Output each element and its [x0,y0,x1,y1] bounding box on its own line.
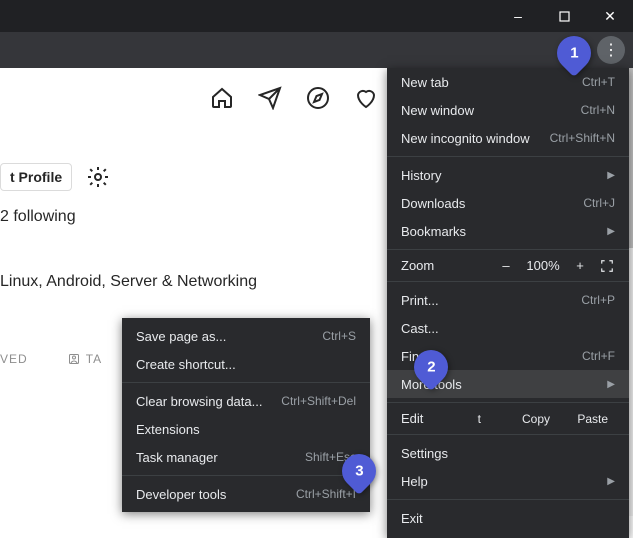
sub-menu-item-extensions[interactable]: Extensions [122,415,370,443]
main-menu-item-cast[interactable]: Cast... [387,314,629,342]
shortcut: Ctrl+P [581,293,615,307]
shortcut: Ctrl+S [322,329,356,343]
main-menu-item-new-tab[interactable]: New tab Ctrl+T [387,68,629,96]
zoom-value: 100% [521,258,565,273]
menu-item-label: Print... [401,293,439,308]
sub-menu-item-clear-browsing-data[interactable]: Clear browsing data... Ctrl+Shift+Del [122,387,370,415]
menu-separator [387,434,629,435]
shortcut: Ctrl+Shift+N [550,131,615,145]
menu-item-label: Create shortcut... [136,357,236,372]
menu-separator [387,499,629,500]
main-menu-item-downloads[interactable]: Downloads Ctrl+J [387,189,629,217]
menu-separator [387,281,629,282]
menu-button[interactable]: ⋮ [597,36,625,64]
home-icon[interactable] [210,86,234,110]
shortcut: Ctrl+F [582,349,615,363]
menu-item-label: History [401,168,441,183]
edit-row: Edit t Copy Paste [387,407,629,430]
zoom-out-button[interactable]: – [491,258,521,273]
menu-separator [122,475,370,476]
main-menu-item-help[interactable]: Help ▶ [387,467,629,495]
menu-item-label: New tab [401,75,449,90]
send-icon[interactable] [258,86,282,110]
more-tools-submenu: Save page as... Ctrl+S Create shortcut... C… [122,318,370,512]
zoom-in-button[interactable]: + [565,258,595,273]
following-count[interactable]: 2 following [0,208,76,226]
shortcut: Ctrl+Shift+Del [281,394,356,408]
copy-button[interactable]: Copy [508,412,565,426]
submenu-arrow-icon: ▶ [607,170,615,181]
sub-menu-item-save-page-as[interactable]: Save page as... Ctrl+S [122,322,370,350]
compass-icon[interactable] [306,86,330,110]
zoom-label: Zoom [401,258,491,273]
menu-item-label: Downloads [401,196,465,211]
menu-item-label: Developer tools [136,487,226,502]
maximize-button[interactable] [541,0,587,32]
main-menu-item-exit[interactable]: Exit [387,504,629,532]
sub-menu-item-task-manager[interactable]: Task managerShift+Esc [122,443,370,471]
menu-separator [387,402,629,403]
main-menu-item-new-incognito-window[interactable]: New incognito window Ctrl+Shift+N [387,124,629,152]
chrome-main-menu: New tab Ctrl+T New window Ctrl+N New incogni… [387,68,629,538]
minimize-button[interactable]: – [495,0,541,32]
submenu-arrow-icon: ▶ [607,226,615,237]
menu-item-label: Bookmarks [401,224,466,239]
menu-item-label: Help [401,474,428,489]
submenu-arrow-icon: ▶ [607,476,615,487]
menu-item-label: Exit [401,511,423,526]
shortcut: Ctrl+N [581,103,615,117]
menu-item-label: Task manager [136,450,218,465]
menu-item-label: Save page as... [136,329,226,344]
submenu-arrow-icon: ▶ [607,379,615,390]
sub-menu-item-developer-tools[interactable]: Developer tools Ctrl+Shift+I [122,480,370,508]
main-menu-item-bookmarks[interactable]: Bookmarks ▶ [387,217,629,245]
shortcut: Ctrl+Shift+I [296,487,356,501]
main-menu-item-history[interactable]: History ▶ [387,161,629,189]
heart-icon[interactable] [354,86,378,110]
main-menu-item-new-window[interactable]: New window Ctrl+N [387,96,629,124]
menu-separator [122,382,370,383]
gear-icon[interactable] [86,165,110,189]
menu-item-label: Settings [401,446,448,461]
menu-separator [387,156,629,157]
main-menu-item-settings[interactable]: Settings [387,439,629,467]
sub-menu-item-create-shortcut[interactable]: Create shortcut... [122,350,370,378]
nav-icons [210,86,378,110]
profile-bio: Linux, Android, Server & Networking [0,273,257,291]
shortcut: Ctrl+J [583,196,615,210]
tab-saved[interactable]: VED [0,352,28,366]
close-button[interactable]: ✕ [587,0,633,32]
edit-profile-button[interactable]: t Profile [0,163,72,191]
window-titlebar: – ✕ [0,0,633,32]
menu-item-label: New window [401,103,474,118]
menu-item-label: New incognito window [401,131,530,146]
tab-tagged[interactable]: TA [68,352,102,366]
zoom-row: Zoom – 100% + [387,254,629,277]
menu-item-label: Extensions [136,422,200,437]
shortcut: Ctrl+T [582,75,615,89]
menu-separator [387,249,629,250]
edit-label: Edit [401,411,451,426]
cut-button[interactable]: t [451,412,508,426]
profile-tabs: VED TA [0,352,102,366]
menu-item-label: Cast... [401,321,439,336]
fullscreen-icon[interactable] [595,259,619,273]
paste-button[interactable]: Paste [564,412,621,426]
menu-item-label: Clear browsing data... [136,394,262,409]
main-menu-item-print[interactable]: Print... Ctrl+P [387,286,629,314]
browser-toolbar: ☆ ⋮ [0,32,633,68]
